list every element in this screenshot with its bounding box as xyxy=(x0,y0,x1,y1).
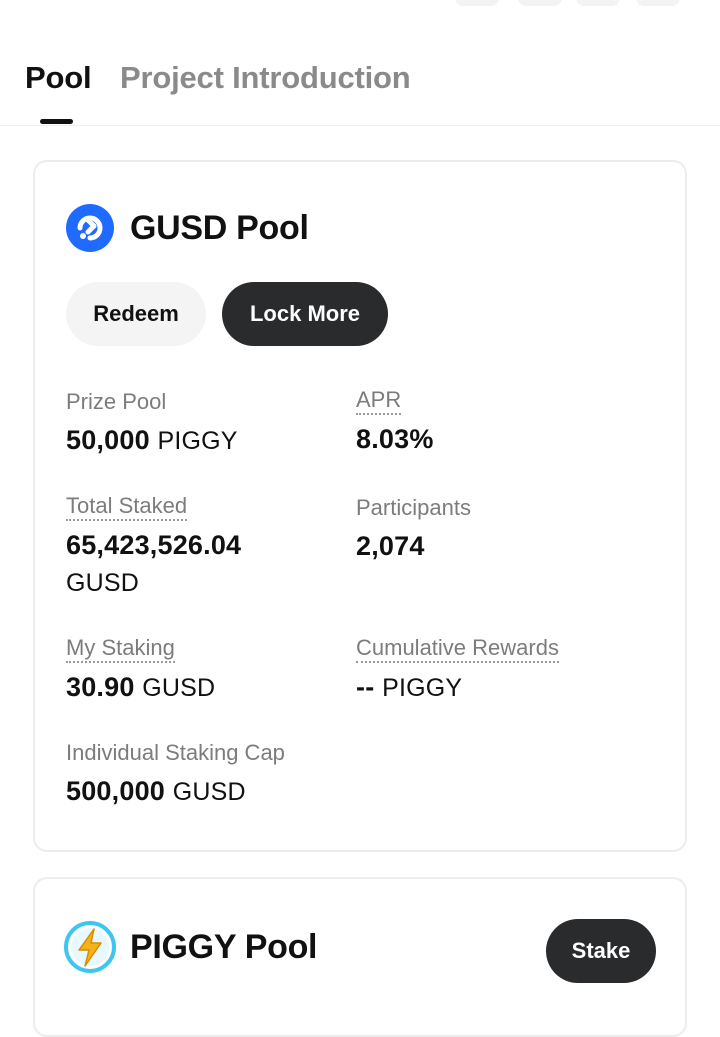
gusd-coin-icon xyxy=(66,204,114,252)
lock-more-button[interactable]: Lock More xyxy=(222,282,388,346)
stat-value: 65,423,526.04 GUSD xyxy=(66,527,241,601)
tab-bar: Pool Project Introduction xyxy=(0,0,720,126)
tab-pool[interactable]: Pool xyxy=(25,60,92,96)
staking-cap-unit: GUSD xyxy=(172,778,246,806)
total-staked-stat: Total Staked 65,423,526.04 GUSD xyxy=(66,494,241,601)
staking-cap-amount: 500,000 xyxy=(66,776,165,806)
tab-project-introduction[interactable]: Project Introduction xyxy=(120,60,411,96)
prize-pool-stat: Prize Pool 50,000 PIGGY xyxy=(66,388,238,459)
participants-label: Participants xyxy=(356,495,471,520)
apr-value: 8.03% xyxy=(356,424,434,454)
piggy-lightning-coin-icon xyxy=(64,921,116,973)
participants-value: 2,074 xyxy=(356,531,425,561)
prize-pool-unit: PIGGY xyxy=(157,427,238,455)
cumulative-rewards-stat: Cumulative Rewards -- PIGGY xyxy=(356,636,559,706)
stat-value: 50,000 PIGGY xyxy=(66,422,238,459)
pool-title: GUSD Pool xyxy=(130,208,309,247)
cumulative-rewards-amount: -- xyxy=(356,672,375,702)
my-staking-unit: GUSD xyxy=(142,674,216,702)
pool-title: PIGGY Pool xyxy=(130,927,318,966)
cumulative-rewards-unit: PIGGY xyxy=(382,674,463,702)
apr-label[interactable]: APR xyxy=(356,388,402,415)
stat-label: Prize Pool xyxy=(66,389,167,414)
stat-value: -- PIGGY xyxy=(356,669,559,706)
stake-button[interactable]: Stake xyxy=(546,919,656,983)
piggy-pool-card: PIGGY Pool Stake xyxy=(33,877,687,1037)
active-tab-indicator xyxy=(40,119,73,124)
my-staking-amount: 30.90 xyxy=(66,672,135,702)
my-staking-label[interactable]: My Staking xyxy=(66,636,175,663)
prize-pool-amount: 50,000 xyxy=(66,425,150,455)
pool-header: PIGGY Pool xyxy=(64,921,318,973)
my-staking-stat: My Staking 30.90 GUSD xyxy=(66,636,215,706)
stat-value: 500,000 GUSD xyxy=(66,773,285,810)
individual-staking-cap-stat: Individual Staking Cap 500,000 GUSD xyxy=(66,739,285,810)
cumulative-rewards-label[interactable]: Cumulative Rewards xyxy=(356,636,559,663)
pool-header: GUSD Pool xyxy=(66,204,309,252)
total-staked-amount: 65,423,526.04 xyxy=(66,530,242,560)
gusd-pool-card: GUSD Pool Redeem Lock More Prize Pool 50… xyxy=(33,160,687,852)
staking-cap-label: Individual Staking Cap xyxy=(66,740,285,765)
apr-stat: APR 8.03% xyxy=(356,388,434,457)
total-staked-unit: GUSD xyxy=(66,569,140,597)
total-staked-label[interactable]: Total Staked xyxy=(66,494,188,521)
redeem-button[interactable]: Redeem xyxy=(66,282,206,346)
participants-stat: Participants 2,074 xyxy=(356,494,471,564)
stat-value: 30.90 GUSD xyxy=(66,669,215,706)
